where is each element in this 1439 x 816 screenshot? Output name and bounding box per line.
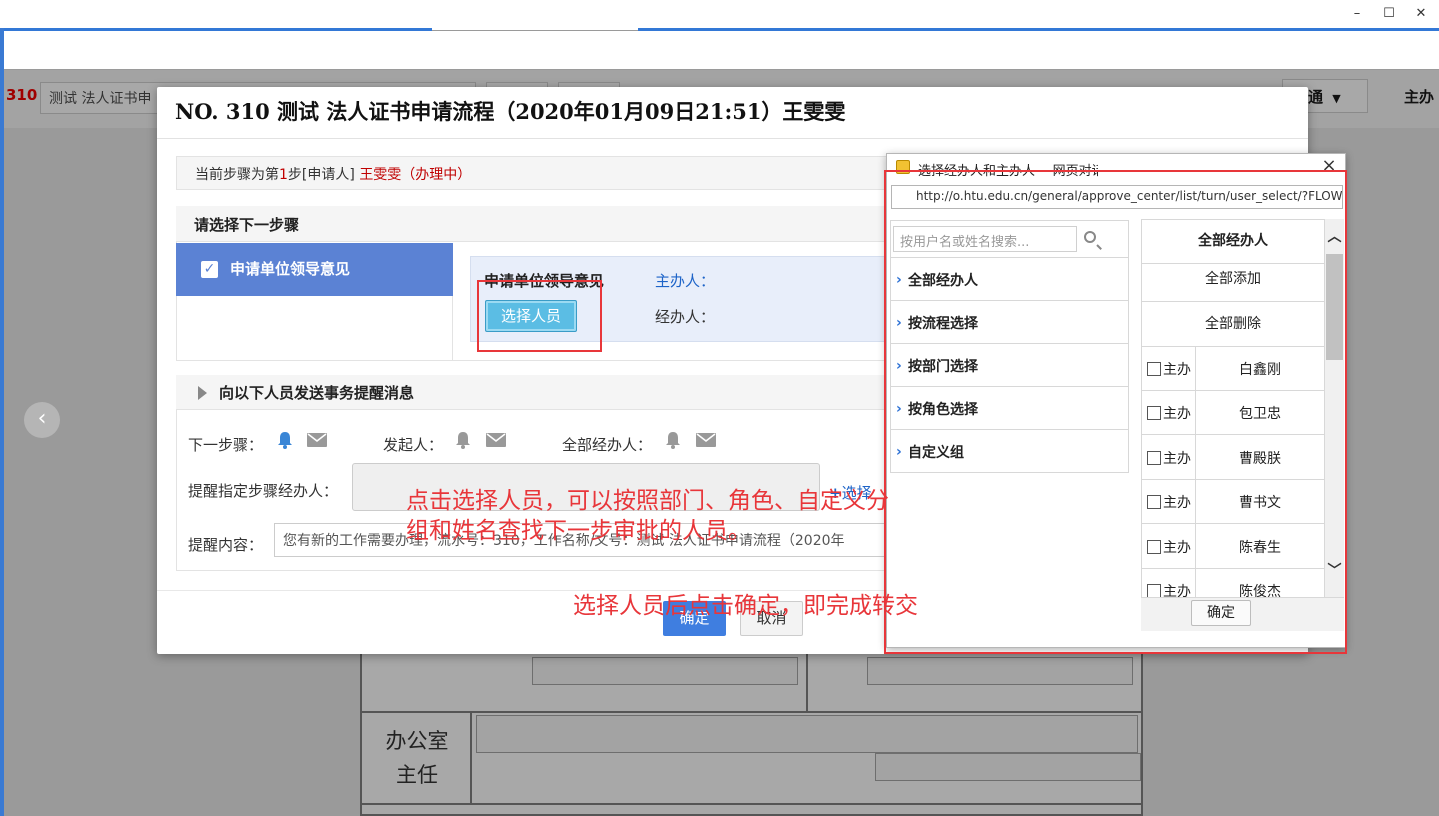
chevron-left-icon: ‹ — [24, 402, 60, 438]
host-person-label: 主办人： — [655, 272, 716, 290]
mail-icon[interactable] — [696, 433, 716, 447]
caret-right-icon[interactable] — [198, 386, 207, 400]
window-edge — [0, 28, 4, 816]
toolbar — [4, 31, 1439, 69]
annotation-text: 选择人员后点击确定，即完成转交 — [573, 593, 918, 619]
step-list — [176, 296, 453, 360]
checkbox-checked-icon[interactable]: ✓ — [201, 261, 218, 278]
remind-agents-label: 提醒指定步骤经办人： — [188, 482, 339, 500]
highlight-box — [884, 170, 1347, 654]
current-step-person: 王雯雯（办理中） — [359, 167, 472, 183]
current-step-prefix: 当前步骤为第 — [195, 167, 279, 183]
chevron-down-icon: ▼ — [1332, 92, 1341, 105]
form-field — [875, 753, 1141, 781]
annotation-text: 点击选择人员，可以按照部门、角色、自定义分组和姓名查找下一步审批的人员。 — [406, 488, 889, 544]
agent-person-label: 经办人： — [655, 308, 716, 326]
current-step-number: 1 — [279, 167, 288, 183]
maximize-button[interactable]: ☐ — [1374, 3, 1404, 25]
divider — [157, 138, 1308, 139]
initiator-label: 发起人： — [383, 436, 444, 454]
highlight-box — [477, 280, 602, 352]
bell-icon[interactable] — [664, 431, 682, 449]
minimize-button[interactable]: – — [1342, 3, 1372, 25]
bell-icon[interactable] — [454, 431, 472, 449]
host-label: 主办 — [1404, 88, 1435, 106]
form-divider — [470, 713, 472, 805]
next-step-header: 请选择下一步骤 — [176, 206, 896, 242]
current-step-row: 当前步骤为第1步[申请人] 王雯雯（办理中） — [176, 156, 896, 190]
next-step-notice-label: 下一步骤： — [188, 436, 264, 454]
window-titlebar — [0, 0, 1439, 30]
remind-content-label: 提醒内容： — [188, 536, 264, 554]
window-close-button[interactable]: ✕ — [1406, 3, 1436, 25]
form-divider — [360, 803, 1143, 805]
form-divider — [360, 711, 1143, 713]
form-field — [532, 657, 798, 685]
form-field — [867, 657, 1133, 685]
office-director-label: 办公室主任 — [385, 729, 449, 787]
run-number: 310 — [6, 86, 38, 104]
current-step-suffix: 步[申请人] — [287, 167, 355, 183]
notice-header[interactable]: 向以下人员发送事务提醒消息 — [176, 375, 896, 410]
all-agents-label: 全部经办人： — [562, 436, 653, 454]
form-field — [476, 715, 1138, 753]
bell-icon[interactable] — [276, 431, 294, 449]
mail-icon[interactable] — [307, 433, 327, 447]
mail-icon[interactable] — [486, 433, 506, 447]
dialog-title: NO. 310 测试 法人证书申请流程（2020年01月09日21:51）王雯雯 — [175, 99, 846, 124]
